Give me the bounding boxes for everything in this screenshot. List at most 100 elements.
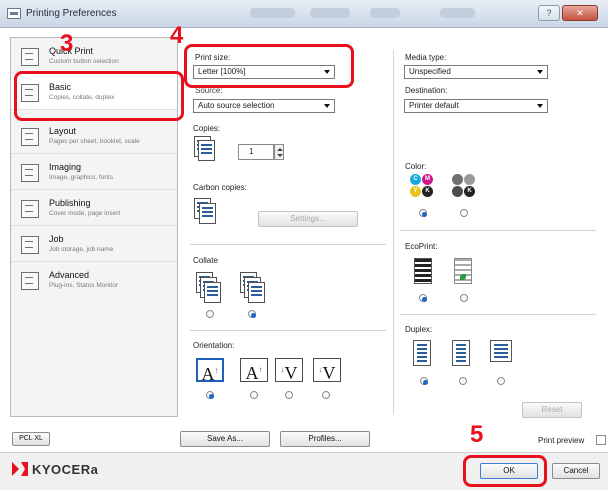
carbon-settings-button[interactable]: Settings... bbox=[258, 211, 358, 227]
duplex-label: Duplex: bbox=[405, 325, 433, 334]
sidebar-item-sub: Plug-ins, Status Monitor bbox=[49, 282, 119, 289]
sidebar-item-label: Job bbox=[49, 234, 64, 244]
leaf-icon bbox=[460, 274, 466, 280]
orientation-rotated-landscape-button[interactable]: ↓V bbox=[313, 358, 341, 383]
collate-on-radio[interactable] bbox=[248, 310, 256, 318]
orientation-radio-2[interactable] bbox=[250, 391, 258, 399]
copies-icon bbox=[194, 136, 216, 161]
sidebar-item-sub: Pages per sheet, booklet, scale bbox=[49, 138, 140, 145]
print-preview-checkbox[interactable] bbox=[596, 435, 606, 445]
window-title: Printing Preferences bbox=[26, 8, 117, 19]
ecoprint-on-radio[interactable] bbox=[460, 294, 468, 302]
chevron-down-icon bbox=[537, 70, 543, 74]
pdl-button[interactable]: PCL XL bbox=[12, 432, 50, 446]
imaging-icon bbox=[21, 164, 39, 182]
divider bbox=[400, 314, 596, 315]
sidebar-item-sub: Cover mode, page insert bbox=[49, 210, 121, 217]
duplex-short-edge-icon[interactable] bbox=[490, 340, 512, 362]
uncollated-icon[interactable] bbox=[196, 272, 221, 303]
save-as-button[interactable]: Save As... bbox=[180, 431, 270, 447]
column-divider bbox=[393, 50, 394, 415]
profiles-button[interactable]: Profiles... bbox=[280, 431, 370, 447]
blurred-tab bbox=[310, 8, 350, 18]
sidebar-item-sub: Custom button selection bbox=[49, 58, 119, 65]
brand-name: KYOCERa bbox=[32, 462, 99, 477]
annotation-number-3: 3 bbox=[60, 30, 74, 57]
sidebar-item-label: Publishing bbox=[49, 198, 91, 208]
source-value: Auto source selection bbox=[198, 101, 275, 110]
ecoprint-off-icon[interactable] bbox=[414, 258, 432, 284]
duplex-long-edge-radio[interactable] bbox=[459, 377, 467, 385]
annotation-box-3 bbox=[14, 71, 184, 121]
copies-label: Copies: bbox=[193, 124, 221, 133]
blurred-tab bbox=[440, 8, 475, 18]
sidebar-item-advanced[interactable]: Advanced Plug-ins, Status Monitor bbox=[11, 262, 177, 298]
sidebar-item-job[interactable]: Job Job storage, job name bbox=[11, 226, 177, 262]
orientation-label: Orientation: bbox=[193, 341, 235, 350]
duplex-short-edge-radio[interactable] bbox=[497, 377, 505, 385]
media-type-dropdown[interactable]: Unspecified bbox=[404, 65, 548, 79]
color-radio[interactable] bbox=[419, 209, 427, 217]
carbon-copies-icon bbox=[194, 198, 216, 224]
publishing-icon bbox=[21, 200, 39, 218]
color-label: Color: bbox=[405, 162, 427, 171]
chevron-down-icon bbox=[324, 104, 330, 108]
black-white-radio[interactable] bbox=[460, 209, 468, 217]
collate-off-radio[interactable] bbox=[206, 310, 214, 318]
orientation-portrait-button[interactable]: A↑ bbox=[196, 358, 224, 384]
advanced-icon bbox=[21, 272, 39, 290]
ecoprint-label: EcoPrint: bbox=[405, 242, 438, 251]
duplex-off-radio[interactable] bbox=[420, 377, 428, 385]
source-dropdown[interactable]: Auto source selection bbox=[193, 99, 335, 113]
black-white-mode-icon[interactable]: K bbox=[452, 174, 476, 198]
print-preview-label: Print preview bbox=[538, 436, 585, 445]
layout-icon bbox=[21, 128, 39, 146]
annotation-number-4: 4 bbox=[170, 22, 184, 49]
sidebar-item-label: Advanced bbox=[49, 270, 90, 280]
sidebar-item-sub: Job storage, job name bbox=[49, 246, 114, 253]
collated-icon[interactable] bbox=[240, 272, 265, 303]
orientation-radio-4[interactable] bbox=[322, 391, 330, 399]
help-button[interactable]: ? bbox=[538, 5, 560, 21]
reset-button[interactable]: Reset bbox=[522, 402, 582, 418]
copies-input[interactable]: 1 bbox=[238, 144, 274, 160]
sidebar-item-imaging[interactable]: Imaging Image, graphics, fonts bbox=[11, 154, 177, 190]
destination-dropdown[interactable]: Printer default bbox=[404, 99, 548, 113]
printer-app-icon bbox=[7, 8, 21, 19]
sidebar-item-label: Layout bbox=[49, 126, 77, 136]
sidebar-item-publishing[interactable]: Publishing Cover mode, page insert bbox=[11, 190, 177, 226]
quick-print-icon bbox=[21, 48, 39, 66]
carbon-copies-label: Carbon copies: bbox=[193, 183, 247, 192]
annotation-number-5: 5 bbox=[470, 421, 484, 448]
copies-stepper[interactable] bbox=[274, 144, 284, 160]
orientation-rotated-portrait-button[interactable]: ↓V bbox=[275, 358, 303, 383]
sidebar-item-quick-print[interactable]: Quick Print Custom button selection bbox=[11, 38, 177, 74]
divider bbox=[190, 244, 386, 245]
ecoprint-off-radio[interactable] bbox=[419, 294, 427, 302]
destination-value: Printer default bbox=[409, 101, 459, 110]
collate-label: Collate bbox=[193, 256, 218, 265]
close-button[interactable]: ✕ bbox=[562, 5, 598, 21]
blurred-tab bbox=[250, 8, 295, 18]
orientation-landscape-button[interactable]: A↑ bbox=[240, 358, 268, 383]
blurred-tab bbox=[370, 8, 400, 18]
destination-label: Destination: bbox=[405, 86, 448, 95]
ecoprint-on-icon[interactable] bbox=[454, 258, 472, 284]
chevron-down-icon bbox=[537, 104, 543, 108]
orientation-radio-3[interactable] bbox=[285, 391, 293, 399]
sidebar-item-layout[interactable]: Layout Pages per sheet, booklet, scale bbox=[11, 118, 177, 154]
sidebar-item-sub: Image, graphics, fonts bbox=[49, 174, 113, 181]
job-icon bbox=[21, 236, 39, 254]
duplex-long-edge-icon[interactable] bbox=[452, 340, 470, 366]
orientation-radio-1[interactable] bbox=[206, 391, 214, 399]
divider bbox=[190, 330, 386, 331]
duplex-off-icon[interactable] bbox=[413, 340, 431, 366]
media-type-value: Unspecified bbox=[409, 67, 451, 76]
divider bbox=[400, 230, 596, 231]
sidebar-item-label: Imaging bbox=[49, 162, 82, 172]
kyocera-logo-icon bbox=[12, 462, 28, 476]
annotation-box-4 bbox=[184, 44, 354, 88]
media-type-label: Media type: bbox=[405, 53, 447, 62]
cancel-button[interactable]: Cancel bbox=[552, 463, 600, 479]
color-mode-icon[interactable]: C M Y K bbox=[410, 174, 434, 198]
